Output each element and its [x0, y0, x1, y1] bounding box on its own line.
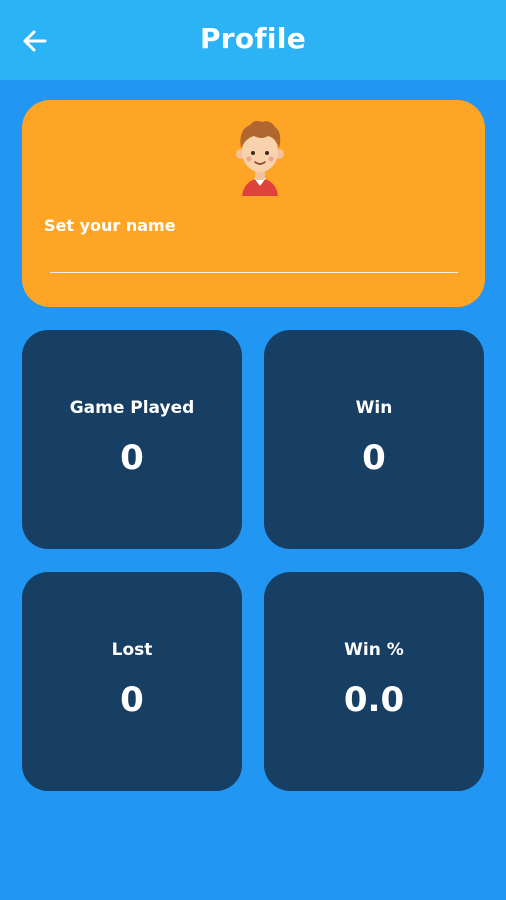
- stat-value: 0: [362, 438, 386, 478]
- page-title: Profile: [199, 22, 307, 55]
- stat-value: 0: [120, 438, 144, 478]
- stat-card-win: Win 0: [264, 330, 484, 549]
- stat-value: 0.0: [343, 680, 405, 720]
- stat-label: Game Played: [69, 398, 195, 418]
- profile-card: Set your name: [22, 100, 485, 307]
- stat-card-win-percent: Win % 0.0: [264, 572, 484, 791]
- app-bar: Profile: [0, 0, 506, 80]
- stat-label: Win: [355, 398, 393, 418]
- stat-card-games-played: Game Played 0: [22, 330, 242, 549]
- name-input[interactable]: [50, 240, 458, 273]
- name-label: Set your name: [44, 216, 176, 235]
- boy-avatar-icon: [236, 121, 284, 196]
- stat-card-lost: Lost 0: [22, 572, 242, 791]
- stat-value: 0: [120, 680, 144, 720]
- stat-label: Lost: [111, 640, 153, 660]
- stat-label: Win %: [344, 640, 404, 660]
